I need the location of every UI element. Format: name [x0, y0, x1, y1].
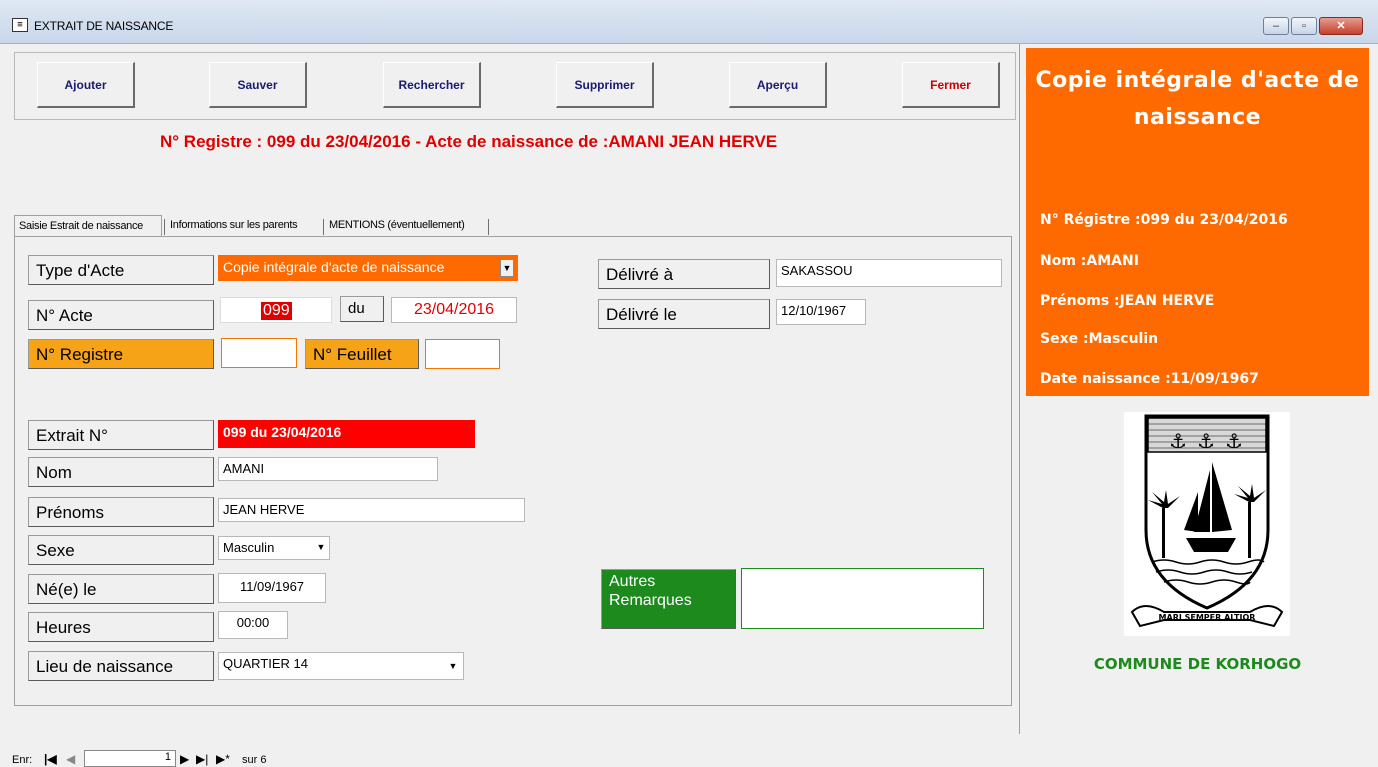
- autres-remarques-line2: Remarques: [609, 592, 692, 609]
- last-record-icon[interactable]: ▶|: [196, 752, 208, 766]
- delivre-a-field[interactable]: SAKASSOU: [776, 259, 1002, 287]
- rechercher-button[interactable]: Rechercher: [383, 62, 481, 108]
- num-acte-value: 099: [261, 302, 292, 320]
- delivre-le-field[interactable]: 12/10/1967: [776, 299, 866, 325]
- sauver-button[interactable]: Sauver: [209, 62, 307, 108]
- nom-field[interactable]: AMANI: [218, 457, 438, 481]
- toolbar: [14, 52, 1016, 120]
- sexe-value: Masculin: [223, 540, 275, 555]
- minimize-button[interactable]: –: [1263, 17, 1289, 35]
- ne-le-field[interactable]: 11/09/1967: [218, 573, 326, 603]
- record-number-input[interactable]: 1: [84, 750, 176, 767]
- heures-field[interactable]: 00:00: [218, 611, 288, 639]
- summary-title: Copie intégrale d'acte de naissance: [1026, 62, 1369, 136]
- first-record-icon[interactable]: |◀: [44, 752, 57, 766]
- registre-heading: N° Registre : 099 du 23/04/2016 - Acte d…: [160, 132, 778, 151]
- extrait-field[interactable]: 099 du 23/04/2016: [218, 420, 475, 448]
- autres-remarques-line1: Autres: [609, 573, 656, 590]
- num-registre-label: N° Registre: [28, 339, 214, 369]
- num-feuillet-field[interactable]: [425, 339, 500, 369]
- supprimer-button[interactable]: Supprimer: [556, 62, 654, 108]
- prev-record-icon[interactable]: ◀: [66, 752, 75, 766]
- autres-remarques-label: Autres Remarques: [601, 569, 736, 629]
- lieu-naissance-select[interactable]: QUARTIER 14: [218, 652, 464, 680]
- extrait-label: Extrait N°: [28, 420, 214, 450]
- svg-text:⚓: ⚓: [1197, 429, 1215, 453]
- lieu-naissance-label: Lieu de naissance: [28, 651, 214, 681]
- du-label: du: [340, 296, 384, 322]
- summary-sexe: Sexe :Masculin: [1040, 331, 1159, 347]
- num-registre-field[interactable]: [221, 338, 297, 368]
- num-feuillet-label: N° Feuillet: [305, 339, 419, 369]
- sexe-label: Sexe: [28, 535, 214, 565]
- summary-nom: Nom :AMANI: [1040, 253, 1139, 269]
- record-navigator: Enr: |◀ ◀ 1 ▶ ▶| ▶* sur 6: [8, 734, 1020, 767]
- coat-of-arms-logo: ⚓ ⚓ ⚓ MARI SEMPER ALTIOR: [1124, 412, 1290, 636]
- summary-panel: Copie intégrale d'acte de naissance N° R…: [1026, 48, 1369, 396]
- title-bar: ≡ EXTRAIT DE NAISSANCE – ▫ ✕: [0, 0, 1378, 44]
- tab-separator: [164, 219, 165, 235]
- coat-of-arms-icon: ⚓ ⚓ ⚓ MARI SEMPER ALTIOR: [1130, 414, 1284, 628]
- logo-motto: MARI SEMPER ALTIOR: [1159, 613, 1256, 622]
- tab-informations-parents[interactable]: Informations sur les parents: [166, 215, 322, 237]
- ne-le-label: Né(e) le: [28, 574, 214, 604]
- fermer-button[interactable]: Fermer: [902, 62, 1000, 108]
- summary-registre: N° Régistre :099 du 23/04/2016: [1040, 212, 1288, 228]
- chevron-down-icon[interactable]: ▼: [446, 658, 460, 676]
- summary-title-line1: Copie intégrale d'acte de: [1035, 68, 1360, 93]
- chevron-down-icon[interactable]: ▼: [314, 539, 328, 557]
- autres-remarques-field[interactable]: [741, 568, 984, 629]
- apercu-button[interactable]: Aperçu: [729, 62, 827, 108]
- close-window-button[interactable]: ✕: [1319, 17, 1363, 35]
- delivre-le-label: Délivré le: [598, 299, 770, 329]
- next-record-icon[interactable]: ▶: [180, 752, 189, 766]
- date-acte-field[interactable]: 23/04/2016: [391, 297, 517, 323]
- record-label: Enr:: [12, 754, 33, 766]
- summary-prenoms: Prénoms :JEAN HERVE: [1040, 293, 1215, 309]
- commune-name: COMMUNE DE KORHOGO: [1093, 655, 1302, 673]
- form-icon: ≡: [12, 18, 28, 32]
- svg-text:⚓: ⚓: [1169, 429, 1187, 453]
- tab-mentions[interactable]: MENTIONS (éventuellement): [325, 215, 487, 237]
- num-acte-field[interactable]: 099: [220, 297, 332, 323]
- lieu-naissance-value: QUARTIER 14: [223, 656, 309, 671]
- new-record-icon[interactable]: ▶*: [216, 752, 230, 766]
- record-total: sur 6: [242, 754, 267, 766]
- chevron-down-icon[interactable]: ▼: [500, 259, 514, 277]
- tab-saisie-extrait[interactable]: Saisie Estrait de naissance: [14, 215, 162, 237]
- delivre-a-label: Délivré à: [598, 259, 770, 289]
- tab-separator: [323, 219, 324, 235]
- svg-text:⚓: ⚓: [1225, 429, 1243, 453]
- heures-label: Heures: [28, 612, 214, 642]
- summary-date-naissance: Date naissance :11/09/1967: [1040, 371, 1259, 387]
- prenoms-label: Prénoms: [28, 497, 214, 527]
- tab-separator: [488, 219, 489, 235]
- summary-title-line2: naissance: [1133, 105, 1262, 130]
- num-acte-label: N° Acte: [28, 300, 214, 330]
- window-title: EXTRAIT DE NAISSANCE: [34, 19, 174, 33]
- ajouter-button[interactable]: Ajouter: [37, 62, 135, 108]
- maximize-button[interactable]: ▫: [1291, 17, 1317, 35]
- type-acte-label: Type d'Acte: [28, 255, 214, 285]
- nom-label: Nom: [28, 457, 214, 487]
- type-acte-value: Copie intégrale d'acte de naissance: [223, 259, 445, 275]
- type-acte-select[interactable]: Copie intégrale d'acte de naissance: [218, 255, 518, 281]
- prenoms-field[interactable]: JEAN HERVE: [218, 498, 525, 522]
